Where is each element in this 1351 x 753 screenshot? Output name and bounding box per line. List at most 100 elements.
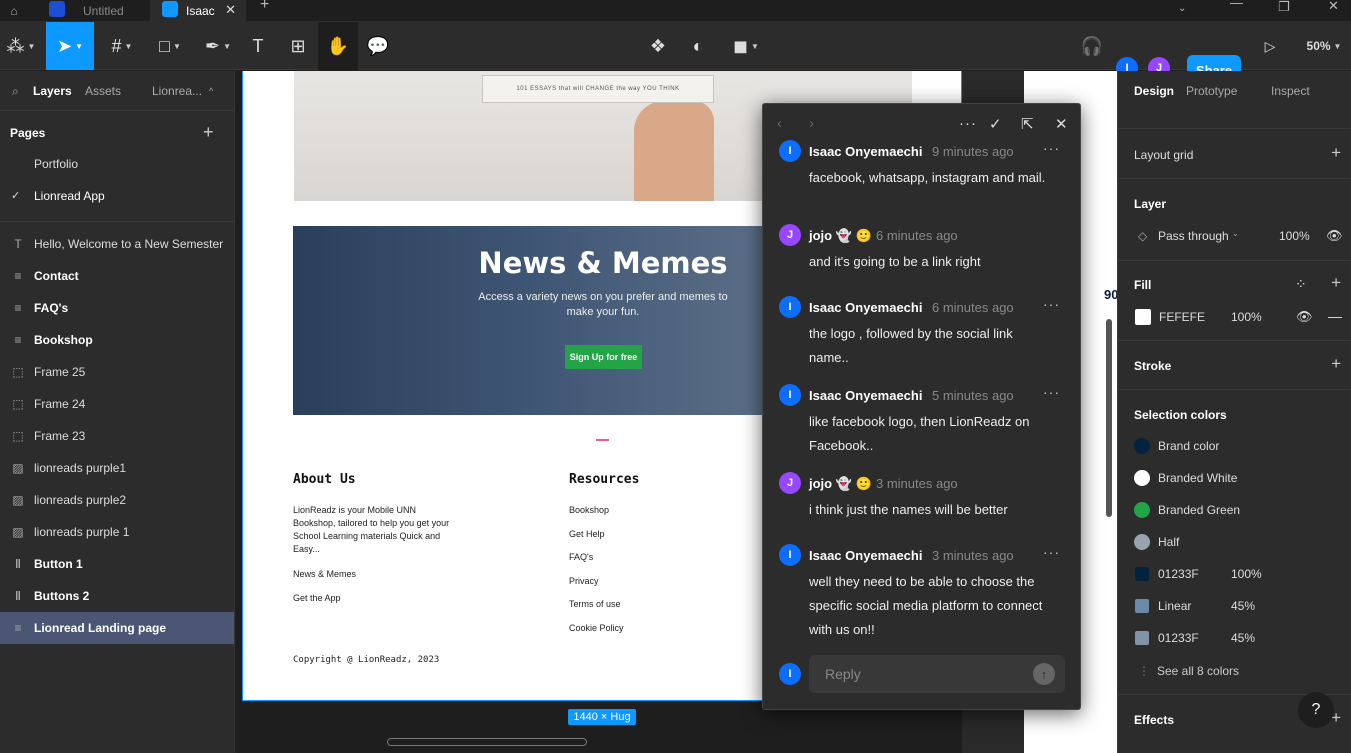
resource-link[interactable]: Cookie Policy [569,622,624,635]
reply-input[interactable]: Reply ↑ [809,655,1065,693]
close-tab-icon[interactable]: ✕ [225,0,236,20]
search-icon[interactable]: ⌕ [12,84,19,99]
color-swatch[interactable] [1135,567,1149,581]
fill-swatch[interactable] [1135,309,1151,325]
tab-layers[interactable]: Layers [33,84,72,98]
page-lionread-app[interactable]: Lionread App [34,189,105,203]
resource-link[interactable]: Get Help [569,528,605,541]
zoom-dropdown[interactable]: 50% ▼ [1300,22,1348,70]
link-get-app[interactable]: Get the App [293,592,341,605]
layer-opacity[interactable]: 100% [1279,229,1310,243]
layer-item[interactable]: T Hello, Welcome to a New Semester [0,228,234,260]
layer-item[interactable]: ≡ Lionread Landing page [0,612,234,644]
layer-item[interactable]: ‖ Buttons 2 [0,580,234,612]
add-stroke-icon[interactable]: + [1331,354,1341,374]
headphones-icon[interactable]: 🎧 [1080,22,1104,70]
layer-item[interactable]: ≡ Bookshop [0,324,234,356]
layer-item[interactable]: ⬚ Frame 24 [0,388,234,420]
new-tab-icon[interactable]: + [260,0,269,20]
present-icon[interactable]: ▷ [1258,22,1282,70]
tab-assets[interactable]: Assets [85,84,121,98]
comment-avatar[interactable]: I [779,544,801,566]
comment-more-icon[interactable]: ··· [1043,140,1060,156]
styles-icon[interactable]: ⁘ [1295,276,1307,293]
color-swatch[interactable] [1134,502,1150,518]
color-swatch[interactable] [1134,438,1150,454]
layer-item[interactable]: ‖ Button 1 [0,548,234,580]
color-swatch[interactable] [1134,534,1150,550]
resource-link[interactable]: Bookshop [569,504,609,517]
boolean-icon[interactable]: ◼ ▼ [728,22,764,70]
move-tool-icon[interactable]: ➤ ▼ [46,22,94,70]
tab-design[interactable]: Design [1134,84,1174,98]
layer-item[interactable]: ≡ FAQ's [0,292,234,324]
close-window-icon[interactable]: ✕ [1328,0,1339,21]
color-label[interactable]: 01233F [1158,631,1199,645]
comment-avatar[interactable]: J [779,472,801,494]
comment-more-icon[interactable]: ··· [1043,384,1060,400]
chevron-down-icon[interactable]: ⌄ [1232,229,1239,238]
minimize-icon[interactable]: — [1230,0,1243,18]
link-news-memes[interactable]: News & Memes [293,568,356,581]
resource-link[interactable]: Privacy [569,575,599,588]
frame-tool-icon[interactable]: # ▼ [100,22,144,70]
chevron-up-icon[interactable]: ^ [209,86,213,96]
comment-avatar[interactable]: I [779,296,801,318]
comment-avatar[interactable]: J [779,224,801,246]
color-opacity[interactable]: 45% [1231,599,1255,613]
add-layout-grid-icon[interactable]: + [1331,143,1341,163]
layer-item[interactable]: ▨ lionreads purple 1 [0,516,234,548]
mask-icon[interactable]: ◐ [686,22,710,70]
color-opacity[interactable]: 100% [1231,567,1262,581]
more-icon[interactable]: ··· [959,115,977,132]
add-page-icon[interactable]: + [203,122,214,143]
popout-icon[interactable]: ⇱ [1021,115,1034,133]
color-label[interactable]: Half [1158,535,1179,549]
blend-mode-select[interactable]: Pass through [1158,229,1229,243]
layer-item[interactable]: ▨ lionreads purple1 [0,452,234,484]
hand-tool-icon[interactable]: ✋ [318,22,358,70]
page-portfolio[interactable]: Portfolio [34,157,78,171]
color-label[interactable]: Linear [1158,599,1191,613]
chevron-down-icon[interactable]: ⌄ [1178,2,1186,24]
shape-tool-icon[interactable]: □ ▼ [148,22,192,70]
color-swatch[interactable] [1135,599,1149,613]
color-swatch[interactable] [1135,631,1149,645]
components-icon[interactable]: ❖ [646,22,670,70]
send-icon[interactable]: ↑ [1033,663,1055,685]
fill-opacity[interactable]: 100% [1231,310,1262,324]
close-icon[interactable]: ✕ [1055,115,1068,133]
help-button[interactable]: ? [1298,692,1334,728]
layer-item[interactable]: ⬚ Frame 23 [0,420,234,452]
eye-icon[interactable]: 👁 [1296,309,1313,325]
color-label[interactable]: Branded Green [1158,503,1240,517]
color-label[interactable]: 01233F [1158,567,1199,581]
previous-icon[interactable]: ‹ [777,115,782,132]
comment-more-icon[interactable]: ··· [1043,544,1060,560]
comment-tool-icon[interactable]: 💬 [364,22,392,70]
page-switcher[interactable]: Lionrea... [152,84,202,98]
layer-item[interactable]: ⬚ Frame 25 [0,356,234,388]
tab-isaac[interactable]: Isaac ✕ [150,0,246,22]
color-label[interactable]: Brand color [1158,439,1219,453]
main-menu-icon[interactable]: ⁂ ▼ [0,22,42,70]
next-icon[interactable]: › [809,115,814,132]
tab-prototype[interactable]: Prototype [1186,84,1237,98]
resource-link[interactable]: Terms of use [569,598,621,611]
comment-avatar[interactable]: I [779,384,801,406]
horizontal-scrollbar[interactable] [387,738,587,746]
maximize-icon[interactable]: ❐ [1278,0,1290,22]
comment-avatar[interactable]: I [779,140,801,162]
add-fill-icon[interactable]: + [1331,273,1341,293]
color-opacity[interactable]: 45% [1231,631,1255,645]
comment-more-icon[interactable]: ··· [1043,296,1060,312]
text-tool-icon[interactable]: T [244,22,272,70]
vertical-scrollbar[interactable] [1106,319,1112,517]
tab-untitled[interactable]: Untitled [35,0,150,22]
tab-inspect[interactable]: Inspect [1271,84,1310,98]
resource-link[interactable]: FAQ's [569,551,593,564]
home-icon[interactable]: ⌂ [0,0,28,22]
fill-hex[interactable]: FEFEFE [1159,310,1205,324]
eye-icon[interactable]: 👁 [1326,228,1343,244]
resolve-icon[interactable]: ✓ [989,115,1002,133]
